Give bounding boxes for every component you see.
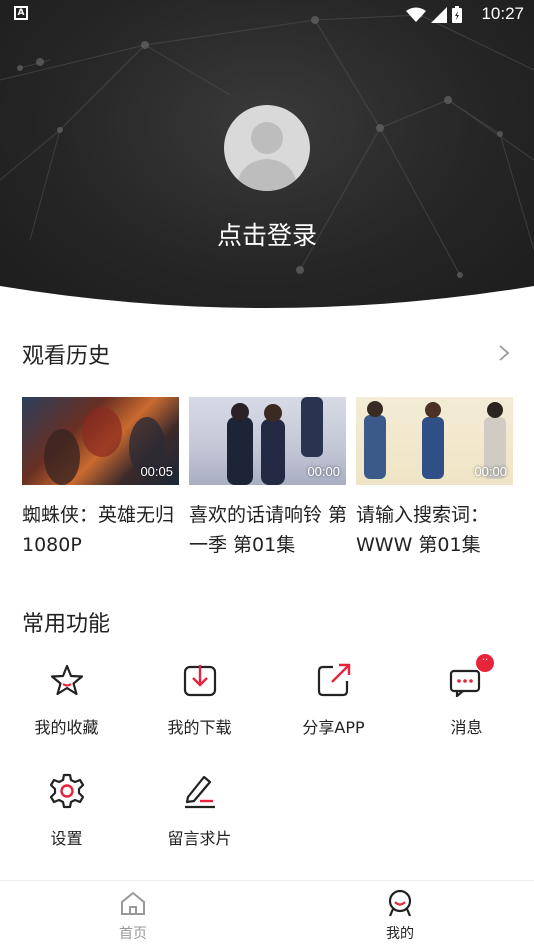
battery-icon <box>452 6 462 23</box>
profile-icon <box>388 889 412 917</box>
downloads-button[interactable]: 我的下载 <box>133 660 266 738</box>
profile-header: A 10:27 点击登录 <box>0 0 534 310</box>
share-app-button[interactable]: 分享APP <box>267 660 400 738</box>
edit-icon <box>133 771 266 811</box>
video-duration: 00:00 <box>307 464 340 479</box>
notification-badge: A <box>14 6 28 20</box>
message-badge: ·· <box>476 654 494 672</box>
video-title: 喜欢的话请响铃 第一季 第01集 <box>189 504 348 556</box>
request-movie-label: 留言求片 <box>167 829 232 848</box>
settings-button[interactable]: 设置 <box>0 771 133 849</box>
home-icon <box>121 891 145 915</box>
video-duration: 00:00 <box>474 464 507 479</box>
wifi-icon <box>406 7 426 22</box>
nav-profile[interactable]: 我的 <box>360 889 440 943</box>
settings-label: 设置 <box>50 829 83 848</box>
messages-button[interactable]: ·· 消息 <box>400 654 533 738</box>
user-silhouette-icon <box>236 122 298 191</box>
video-duration: 00:05 <box>140 464 173 479</box>
nav-home-label: 首页 <box>119 926 147 942</box>
video-thumbnail: 00:00 <box>356 397 513 485</box>
status-icons <box>406 6 462 23</box>
video-thumbnail: 00:00 <box>189 397 346 485</box>
star-icon <box>0 660 133 700</box>
nav-profile-label: 我的 <box>386 926 414 942</box>
status-time: 10:27 <box>481 4 524 23</box>
video-title: 请输入搜索词：WWW 第01集 <box>356 504 490 556</box>
chevron-right-icon[interactable] <box>498 344 510 362</box>
status-bar: A 10:27 <box>0 0 534 28</box>
video-title: 蜘蛛侠：英雄无归 1080P <box>22 504 175 556</box>
favorites-label: 我的收藏 <box>34 718 99 737</box>
history-title: 观看历史 <box>22 344 111 369</box>
history-item[interactable]: 00:00 喜欢的话请响铃 第一季 第01集 <box>189 397 348 560</box>
functions-title: 常用功能 <box>22 612 111 637</box>
login-link[interactable]: 点击登录 <box>0 216 534 252</box>
bottom-nav: 首页 我的 <box>0 880 534 950</box>
nav-home[interactable]: 首页 <box>93 889 173 943</box>
download-icon <box>133 660 266 700</box>
messages-label: 消息 <box>450 718 483 737</box>
favorites-button[interactable]: 我的收藏 <box>0 660 133 738</box>
signal-icon <box>431 6 447 23</box>
history-item[interactable]: 00:00 请输入搜索词：WWW 第01集 <box>356 397 513 560</box>
video-thumbnail: 00:05 <box>22 397 179 485</box>
request-movie-button[interactable]: 留言求片 <box>133 771 266 849</box>
gear-icon <box>0 771 133 811</box>
share-app-label: 分享APP <box>302 718 365 737</box>
downloads-label: 我的下载 <box>167 718 232 737</box>
message-icon: ·· <box>400 654 533 700</box>
avatar[interactable] <box>224 105 310 191</box>
share-icon <box>267 660 400 700</box>
history-item[interactable]: 00:05 蜘蛛侠：英雄无归 1080P <box>22 397 179 560</box>
